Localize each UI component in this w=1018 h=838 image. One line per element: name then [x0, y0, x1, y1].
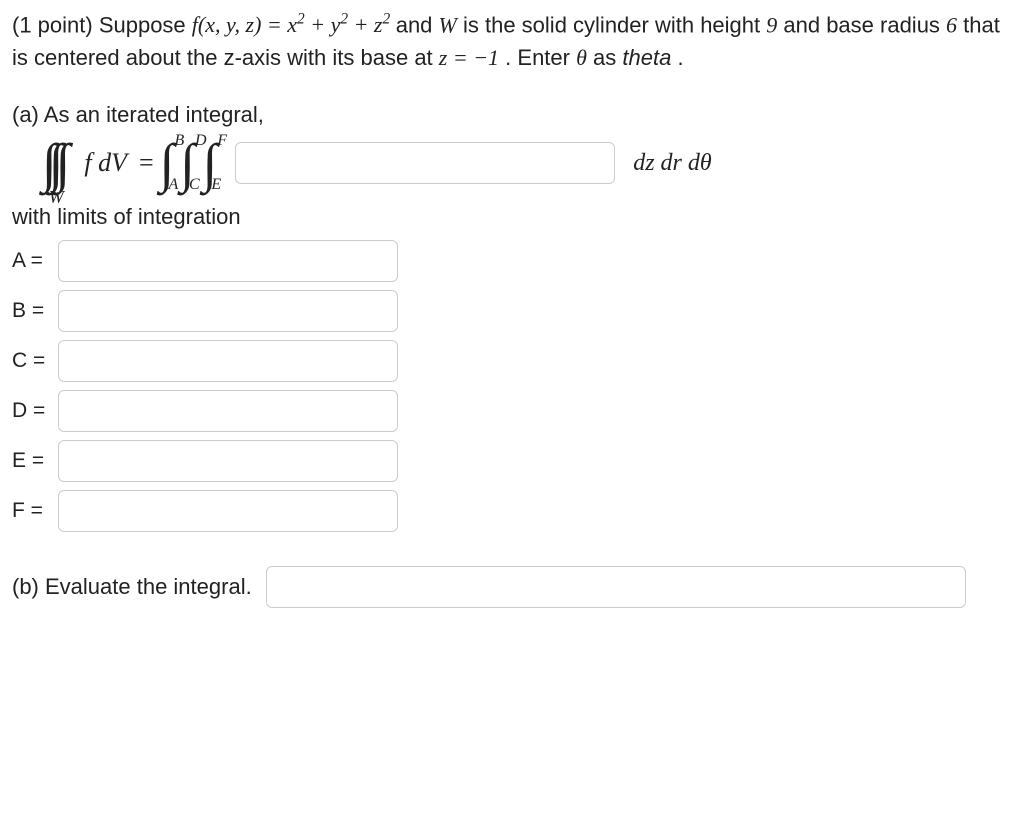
- problem-statement: (1 point) Suppose f(x, y, z) = x2 + y2 +…: [12, 8, 1006, 74]
- points-prefix: (1 point) Suppose: [12, 12, 192, 37]
- radius-value: 6: [946, 12, 957, 37]
- limit-row-B: B =: [12, 290, 1006, 332]
- integral-region-W: W: [49, 187, 64, 208]
- integrand-input[interactable]: [235, 142, 615, 184]
- limit-row-C: C =: [12, 340, 1006, 382]
- bound-E: E: [211, 177, 221, 193]
- limit-row-F: F =: [12, 490, 1006, 532]
- label-A: A =: [12, 249, 58, 273]
- limit-row-E: E =: [12, 440, 1006, 482]
- f-dV: f dV: [84, 148, 127, 178]
- triple-integral-W: ∫∫∫ W: [42, 136, 70, 190]
- bound-C: C: [189, 177, 201, 193]
- evaluate-input[interactable]: [266, 566, 966, 608]
- label-E: E =: [12, 449, 58, 473]
- input-F[interactable]: [58, 490, 398, 532]
- label-F: F =: [12, 499, 58, 523]
- limit-row-D: D =: [12, 390, 1006, 432]
- bound-F: F: [217, 133, 227, 149]
- label-B: B =: [12, 299, 58, 323]
- iterated-integral-row: ∫∫∫ W f dV = ∫ B A ∫ D C ∫ F E d: [42, 136, 1006, 190]
- part-b-label: (b) Evaluate the integral.: [12, 574, 252, 600]
- function-def: f(x, y, z) = x2 + y2 + z2: [192, 12, 396, 37]
- z-equation: z = −1: [439, 45, 499, 70]
- input-D[interactable]: [58, 390, 398, 432]
- differentials: dz dr dθ: [633, 150, 711, 177]
- limits-text: with limits of integration: [12, 204, 1006, 230]
- theta-word: theta: [622, 45, 671, 70]
- part-b-row: (b) Evaluate the integral.: [12, 566, 1006, 608]
- input-B[interactable]: [58, 290, 398, 332]
- region-W: W: [439, 12, 457, 37]
- theta-symbol: θ: [576, 45, 587, 70]
- outer-integral: ∫ B A: [160, 136, 181, 190]
- inner-integral: ∫ F E: [203, 136, 224, 190]
- limit-row-A: A =: [12, 240, 1006, 282]
- height-value: 9: [766, 12, 777, 37]
- part-a-label: (a) As an iterated integral,: [12, 102, 1006, 128]
- input-E[interactable]: [58, 440, 398, 482]
- middle-integral: ∫ D C: [180, 136, 202, 190]
- equals-sign: =: [139, 148, 154, 178]
- bound-A: A: [168, 177, 178, 193]
- input-C[interactable]: [58, 340, 398, 382]
- label-C: C =: [12, 349, 58, 373]
- input-A[interactable]: [58, 240, 398, 282]
- integral-expression: ∫∫∫ W f dV = ∫ B A ∫ D C ∫ F E: [42, 136, 223, 190]
- label-D: D =: [12, 399, 58, 423]
